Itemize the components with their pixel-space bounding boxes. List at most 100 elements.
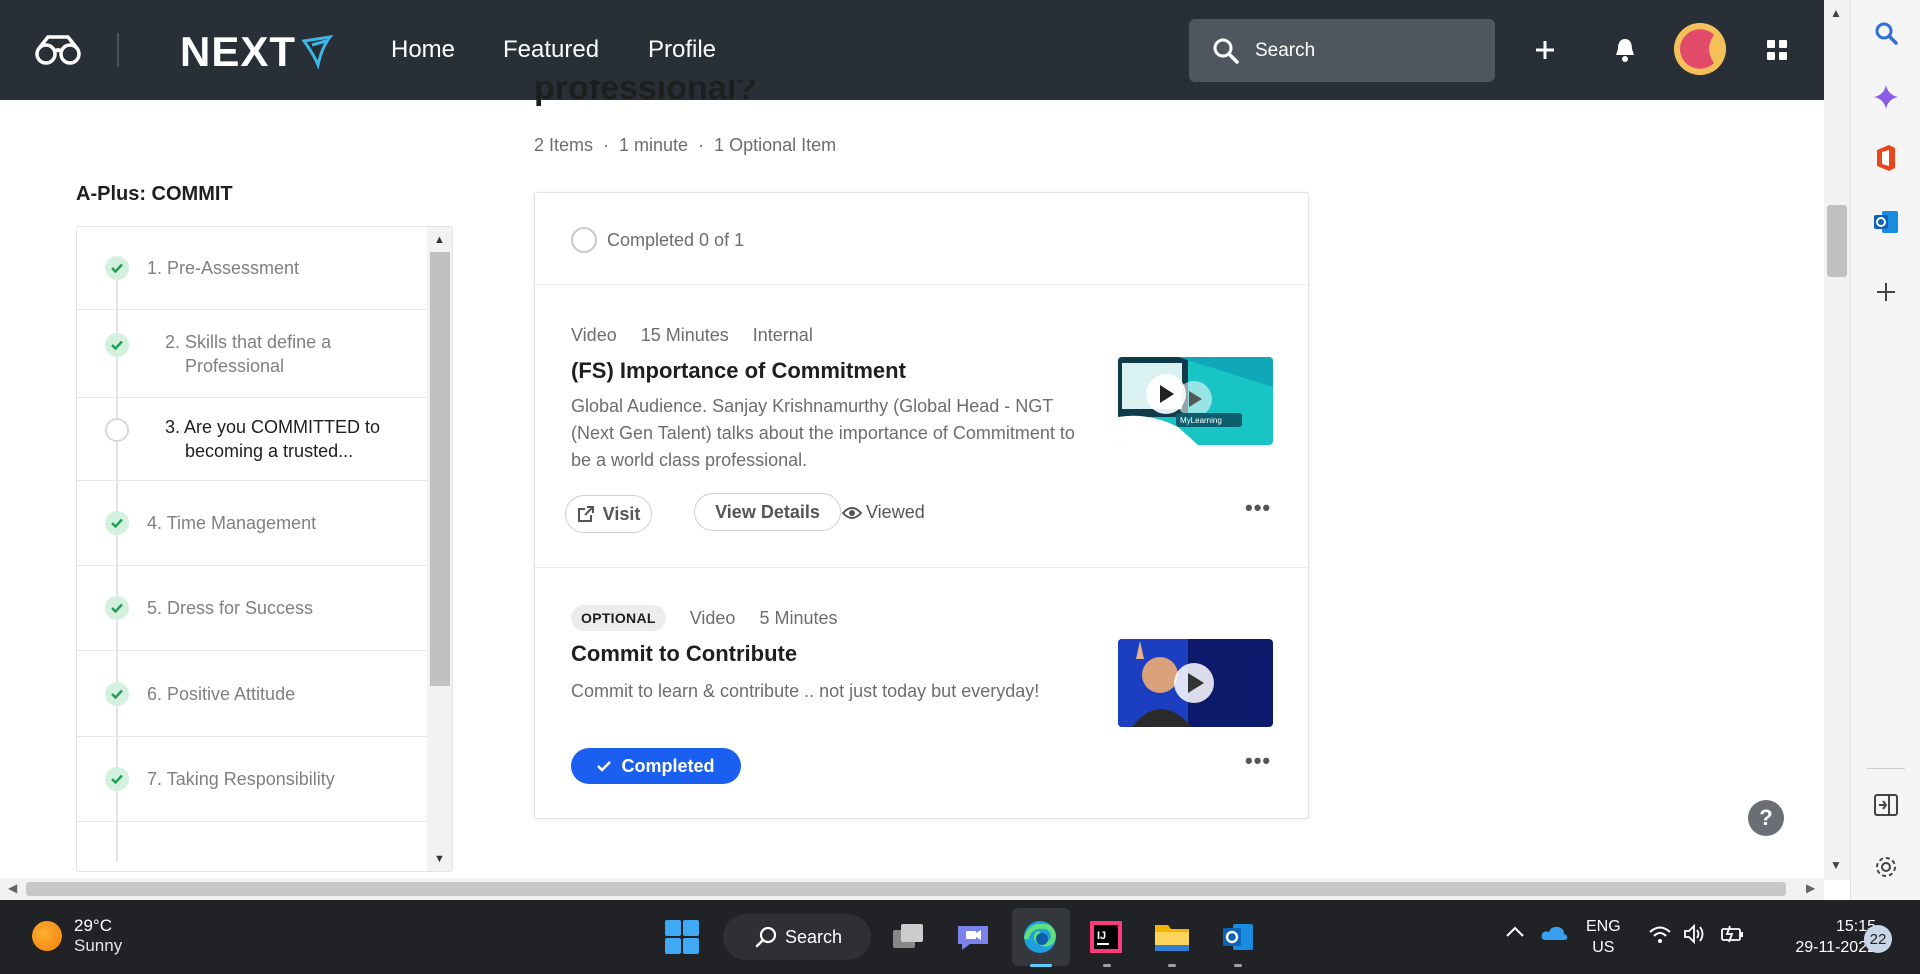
outline-item-partial bbox=[77, 822, 428, 862]
sidebar-sparkle-icon[interactable] bbox=[1871, 82, 1901, 112]
progress-circle-icon bbox=[571, 227, 597, 253]
sidebar-settings-icon[interactable] bbox=[1871, 852, 1901, 882]
page-scroll-thumb[interactable] bbox=[1827, 205, 1847, 277]
page-scroll-left-icon[interactable]: ◀ bbox=[8, 881, 17, 895]
sidebar-separator bbox=[1867, 768, 1905, 769]
sidebar-add-icon[interactable] bbox=[1871, 277, 1901, 307]
item1-title[interactable]: (FS) Importance of Commitment bbox=[571, 358, 906, 384]
plus-icon bbox=[1536, 41, 1554, 59]
wifi-icon[interactable] bbox=[1648, 924, 1672, 949]
outlook-icon[interactable] bbox=[1218, 917, 1258, 957]
volume-icon[interactable] bbox=[1683, 923, 1705, 949]
check-icon bbox=[105, 256, 129, 280]
user-avatar[interactable] bbox=[1674, 23, 1726, 75]
optional-badge: OPTIONAL bbox=[571, 605, 666, 631]
tray-overflow-icon[interactable] bbox=[1505, 924, 1525, 943]
page-scroll-right-icon[interactable]: ▶ bbox=[1806, 881, 1815, 895]
viewed-status: Viewed bbox=[842, 502, 925, 523]
clock[interactable]: 15:15 29-11-2022 bbox=[1768, 916, 1876, 958]
help-icon[interactable]: ? bbox=[1748, 800, 1784, 836]
page-scroll-down-icon[interactable]: ▼ bbox=[1830, 858, 1842, 872]
outline-item[interactable]: 7. Taking Responsibility bbox=[77, 737, 428, 822]
search-placeholder: Search bbox=[1255, 39, 1316, 61]
completion-text: Completed 0 of 1 bbox=[607, 229, 745, 250]
meta-optional: 1 Optional Item bbox=[714, 135, 837, 155]
outline-item[interactable]: 2. Skills that define a Professional bbox=[77, 310, 428, 398]
outline-scroll-thumb[interactable] bbox=[430, 252, 450, 686]
apps-menu-button[interactable] bbox=[1759, 32, 1795, 68]
notifications-button[interactable] bbox=[1607, 32, 1643, 68]
item1-video-thumbnail[interactable]: MyLearning bbox=[1118, 357, 1273, 445]
item2-video-thumbnail[interactable] bbox=[1118, 639, 1273, 727]
sidebar-office-icon[interactable] bbox=[1871, 143, 1901, 173]
module-meta: 2 Items · 1 minute · 1 Optional Item bbox=[534, 135, 837, 155]
create-button[interactable] bbox=[1527, 32, 1563, 68]
weather-condition: Sunny bbox=[74, 936, 123, 955]
nav-profile-link[interactable]: Profile bbox=[648, 36, 716, 64]
search-input[interactable]: Search bbox=[1189, 19, 1495, 82]
page-scroll-up-icon[interactable]: ▲ bbox=[1830, 6, 1842, 20]
file-explorer-icon[interactable] bbox=[1152, 917, 1192, 957]
outline-item[interactable]: 6. Positive Attitude bbox=[77, 651, 428, 737]
item1-type: Video bbox=[571, 325, 617, 345]
page-vertical-scrollbar[interactable]: ▲ ▼ bbox=[1824, 0, 1850, 880]
weather-widget[interactable]: 29°C Sunny bbox=[32, 916, 122, 956]
meta-duration: 1 minute bbox=[619, 135, 689, 155]
outline-item[interactable]: 5. Dress for Success bbox=[77, 566, 428, 651]
nav-home-link[interactable]: Home bbox=[391, 36, 455, 64]
language-indicator[interactable]: ENG US bbox=[1586, 916, 1621, 958]
nav-divider bbox=[117, 33, 119, 67]
module-content-card: Completed 0 of 1 Video 15 Minutes Intern… bbox=[534, 192, 1309, 819]
check-icon bbox=[105, 681, 129, 706]
course-outline: 1. Pre-Assessment 2. Skills that define … bbox=[76, 226, 453, 872]
item2-more-options-icon[interactable]: ••• bbox=[1245, 748, 1271, 774]
visit-button[interactable]: Visit bbox=[565, 495, 652, 533]
search-icon bbox=[755, 926, 777, 948]
glasses-logo-icon[interactable] bbox=[34, 32, 82, 68]
check-icon bbox=[105, 596, 129, 620]
scroll-up-arrow-icon[interactable]: ▲ bbox=[434, 234, 445, 246]
lang-secondary: US bbox=[1592, 939, 1615, 956]
sidebar-outlook-icon[interactable] bbox=[1871, 207, 1901, 237]
outline-item-active[interactable]: 3. Are you COMMITTED to becoming a trust… bbox=[77, 398, 428, 481]
brand-logo[interactable]: NEXT bbox=[180, 28, 334, 76]
windows-start-icon bbox=[665, 920, 699, 954]
view-details-button[interactable]: View Details bbox=[694, 493, 841, 531]
outline-item[interactable]: 1. Pre-Assessment bbox=[77, 227, 428, 310]
nav-featured-link[interactable]: Featured bbox=[503, 36, 599, 64]
sidebar-search-icon[interactable] bbox=[1871, 18, 1901, 48]
scroll-down-arrow-icon[interactable]: ▼ bbox=[434, 853, 445, 865]
taskbar-search[interactable]: Search bbox=[723, 914, 871, 960]
item1-duration: 15 Minutes bbox=[640, 325, 729, 345]
completion-status: Completed 0 of 1 bbox=[571, 227, 744, 253]
outline-item-label: 6. Positive Attitude bbox=[147, 683, 296, 704]
item2-title[interactable]: Commit to Contribute bbox=[571, 641, 797, 667]
edge-browser-icon[interactable] bbox=[1020, 917, 1060, 957]
clock-date: 29-11-2022 bbox=[1795, 939, 1876, 956]
notification-badge[interactable]: 22 bbox=[1864, 925, 1892, 953]
page-hscroll-thumb[interactable] bbox=[26, 882, 1786, 896]
intellij-icon[interactable]: IJ bbox=[1086, 917, 1126, 957]
bell-icon bbox=[1616, 39, 1634, 62]
outline-scrollbar[interactable]: ▲ ▼ bbox=[427, 227, 452, 871]
item1-source: Internal bbox=[752, 325, 813, 345]
battery-icon[interactable] bbox=[1720, 924, 1746, 949]
start-button[interactable] bbox=[662, 917, 702, 957]
taskbar-search-label: Search bbox=[785, 926, 843, 947]
onedrive-icon[interactable] bbox=[1540, 924, 1568, 947]
outline-item-label: 7. Taking Responsibility bbox=[147, 769, 335, 789]
sun-icon bbox=[32, 921, 62, 951]
teams-chat-icon[interactable] bbox=[953, 917, 993, 957]
page-title: professional? bbox=[534, 80, 757, 107]
page-horizontal-scrollbar[interactable]: ◀ ▶ bbox=[0, 878, 1824, 900]
task-view-icon[interactable] bbox=[888, 917, 928, 957]
search-icon bbox=[1213, 38, 1239, 64]
check-icon bbox=[105, 767, 129, 791]
sidebar-hide-icon[interactable] bbox=[1871, 790, 1901, 820]
outline-item-label: 4. Time Management bbox=[147, 513, 317, 533]
item1-more-options-icon[interactable]: ••• bbox=[1245, 495, 1271, 521]
weather-temp: 29°C bbox=[74, 916, 112, 935]
completed-button[interactable]: Completed bbox=[571, 748, 741, 784]
item1-description: Global Audience. Sanjay Krishnamurthy (G… bbox=[571, 396, 1075, 470]
outline-item[interactable]: 4. Time Management bbox=[77, 481, 428, 566]
